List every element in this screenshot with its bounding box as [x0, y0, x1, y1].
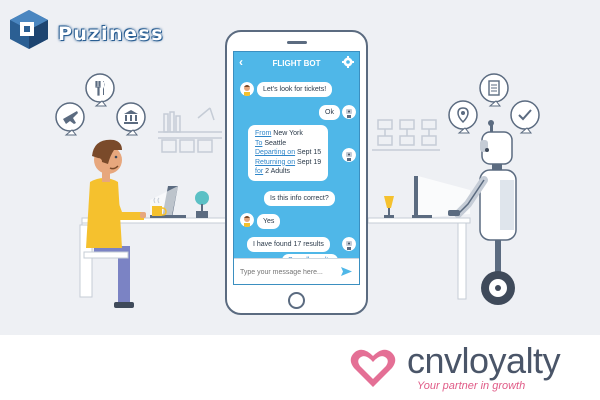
airplane-icon: [63, 111, 78, 124]
chat-message-results: I have found 17 results: [247, 237, 330, 252]
museum-icon: [124, 110, 138, 124]
message-input-bar: [234, 258, 359, 284]
checkmark-icon: [518, 109, 532, 121]
to-value: Seattle: [264, 139, 287, 147]
departing-label: Departing on: [255, 149, 296, 156]
chat-message-flight-details: From New York To Seattle Departing on Se…: [248, 125, 329, 181]
restaurant-icon: [95, 81, 105, 96]
from-value: New York: [273, 130, 303, 137]
chat-message-ok: Ok: [319, 105, 340, 120]
for-label: for: [255, 168, 264, 175]
checklist-icon: [488, 80, 500, 96]
chat-message-confirm: Is this info correct?: [264, 191, 335, 206]
message-input[interactable]: [240, 264, 340, 280]
robot-avatar: [342, 105, 356, 119]
from-label: From: [255, 130, 272, 137]
robot-avatar: [342, 148, 356, 162]
phone-home-button[interactable]: [288, 292, 305, 309]
chat-screen: ‹ FLIGHT BOT Let's look for tickets! Ok …: [233, 51, 360, 285]
send-icon[interactable]: [341, 266, 352, 277]
chat-header: ‹ FLIGHT BOT: [234, 52, 359, 74]
illustration-scene: Puziness ‹ FLIGHT BOT Let's look for tic…: [0, 0, 600, 335]
to-label: To: [255, 139, 263, 147]
cnvloyalty-tagline: Your partner in growth: [417, 380, 526, 392]
person-illustration: [83, 139, 146, 308]
cnvloyalty-heart-icon: [350, 349, 396, 387]
user-avatar: [240, 213, 254, 227]
user-avatar: [240, 82, 254, 96]
phone-speaker: [287, 41, 307, 44]
chat-message-yes: Yes: [257, 214, 281, 229]
location-pin-icon: [457, 107, 469, 124]
chat-message-bot-intro: Let's look for tickets!: [257, 82, 333, 97]
returning-value: Sept 19: [297, 158, 322, 166]
cnvloyalty-wordmark: cnvloyalty: [407, 340, 561, 381]
robot-avatar: [342, 237, 356, 251]
for-value: 2 Adults: [265, 168, 291, 175]
back-arrow-icon[interactable]: ‹: [239, 55, 253, 69]
returning-label: Returning on: [255, 158, 296, 166]
chat-title: FLIGHT BOT: [272, 58, 321, 68]
departing-value: Sept 15: [297, 149, 322, 156]
phone-mockup: ‹ FLIGHT BOT Let's look for tickets! Ok …: [225, 30, 368, 315]
gear-icon[interactable]: [342, 56, 354, 68]
